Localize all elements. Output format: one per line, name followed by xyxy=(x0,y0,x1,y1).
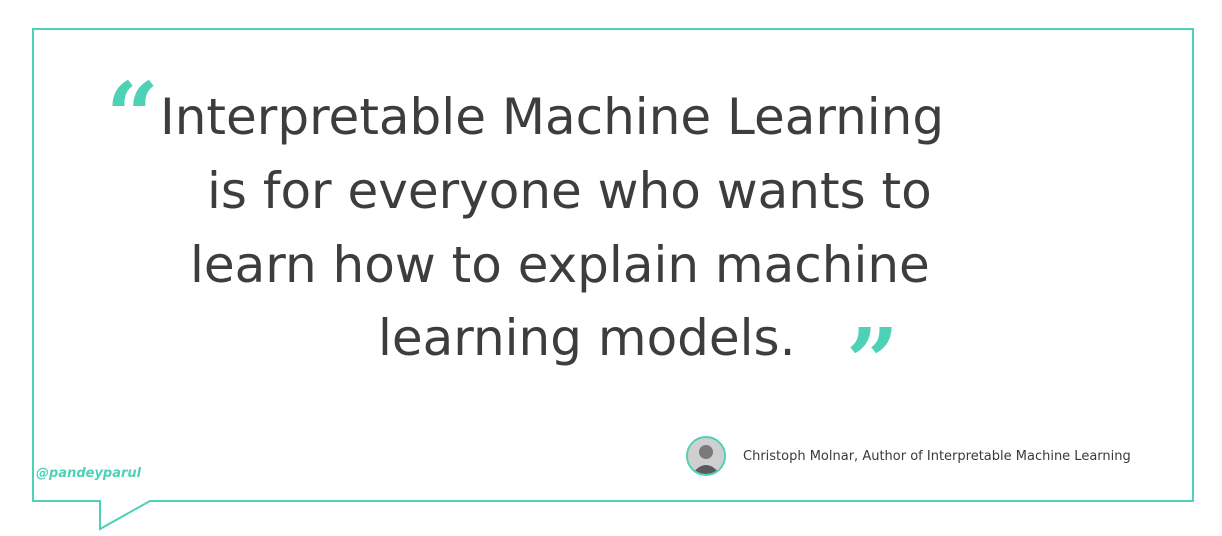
person-icon xyxy=(688,438,724,474)
author-credit: Christoph Molnar, Author of Interpretabl… xyxy=(743,449,1131,464)
author-avatar xyxy=(686,436,726,476)
quote-line-4: learning models. xyxy=(378,309,796,367)
close-quote-mark: ” xyxy=(846,308,899,416)
open-quote-mark: “ xyxy=(106,62,159,170)
quote-line-3: learn how to explain machine xyxy=(190,236,930,294)
quote-line-1: Interpretable Machine Learning xyxy=(160,88,945,146)
author-handle: @pandeyparul xyxy=(36,466,142,481)
quote-line-2: is for everyone who wants to xyxy=(207,162,932,220)
